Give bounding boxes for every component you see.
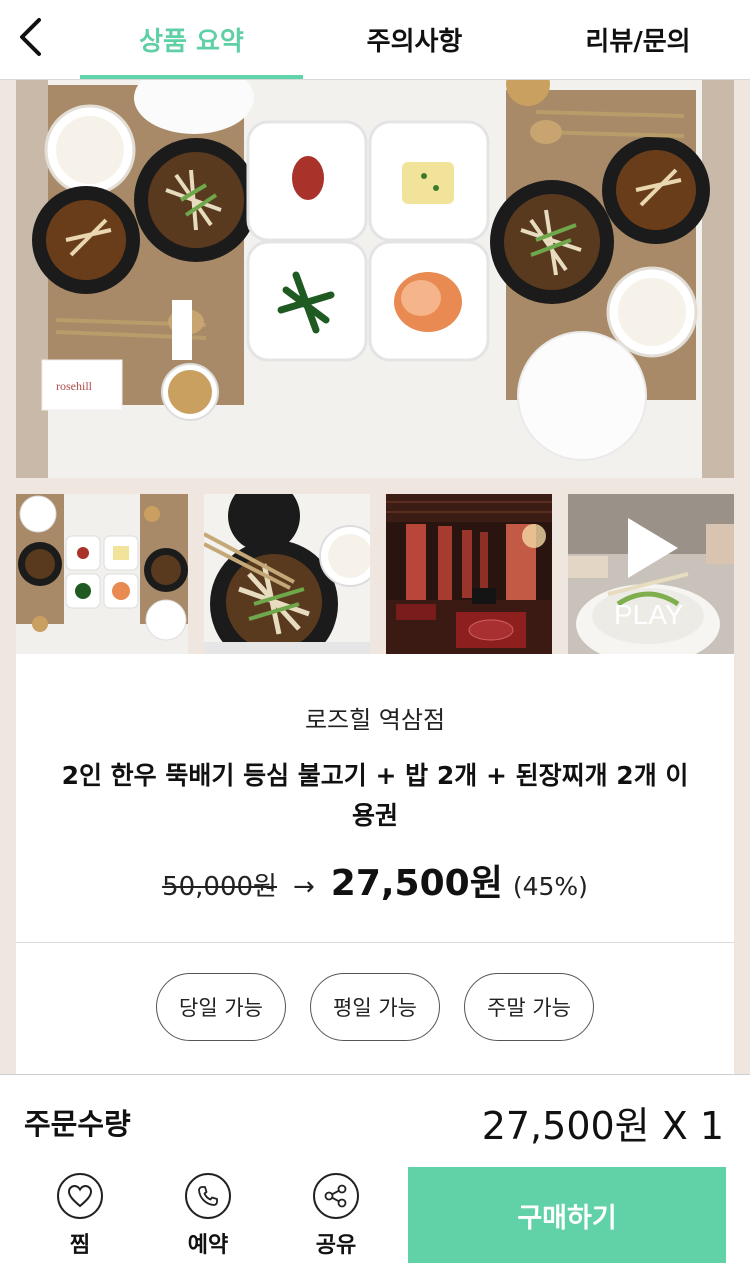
chip-weekend: 주말 가능 — [464, 973, 594, 1041]
share-label: 공유 — [315, 1233, 357, 1258]
product-info-card: 로즈힐 역삼점 2인 한우 뚝배기 등심 불고기 + 밥 2개 + 된장찌개 2… — [16, 654, 734, 942]
quantity-label: 주문수량 — [24, 1107, 131, 1141]
price-arrow: → — [292, 872, 315, 902]
active-tab-indicator — [80, 75, 303, 79]
thumbnail-video[interactable]: PLAY — [568, 494, 734, 654]
original-price: 50,000원 — [162, 872, 277, 902]
phone-icon — [185, 1173, 231, 1219]
back-button[interactable] — [10, 14, 50, 60]
order-bar: 주문수량 27,500원 X 1 찜 예약 공유 구매하기 — [0, 1074, 750, 1286]
thumbnail-table-overview[interactable] — [16, 494, 188, 654]
tab-summary[interactable]: 상품 요약 — [80, 0, 303, 78]
store-name: 로즈힐 역삼점 — [304, 706, 446, 734]
heart-icon — [57, 1173, 103, 1219]
thumbnail-restaurant-interior[interactable] — [386, 494, 552, 654]
svg-text:rosehill: rosehill — [56, 379, 93, 393]
thumbnail-bulgogi-closeup[interactable] — [204, 494, 370, 654]
play-label: PLAY — [614, 599, 684, 630]
quantity-price[interactable]: 27,500원 X 1 — [482, 1095, 724, 1150]
sale-price: 27,500원 — [330, 863, 503, 904]
buy-button[interactable]: 구매하기 — [408, 1167, 726, 1263]
discount-rate: (45%) — [512, 872, 588, 901]
product-title: 2인 한우 뚝배기 등심 불고기 + 밥 2개 + 된장찌개 2개 이용권 — [61, 761, 689, 830]
main-product-image[interactable]: rosehill — [16, 80, 734, 478]
tab-caution[interactable]: 주의사항 — [303, 0, 526, 78]
price-line: 50,000원 → 27,500원 (45%) — [16, 854, 734, 904]
wishlist-button[interactable]: 찜 — [35, 1167, 125, 1267]
top-header: 상품 요약 주의사항 리뷰/문의 — [0, 0, 750, 80]
wishlist-label: 찜 — [69, 1233, 91, 1258]
chip-same-day: 당일 가능 — [156, 973, 286, 1041]
share-icon — [313, 1173, 359, 1219]
tab-review[interactable]: 리뷰/문의 — [526, 0, 750, 78]
chip-weekday: 평일 가능 — [310, 973, 440, 1041]
chevron-left-icon — [20, 18, 41, 56]
availability-chips: 당일 가능 평일 가능 주말 가능 — [16, 943, 734, 1074]
reservation-label: 예약 — [187, 1233, 229, 1258]
reservation-button[interactable]: 예약 — [163, 1167, 253, 1267]
share-button[interactable]: 공유 — [291, 1167, 381, 1267]
